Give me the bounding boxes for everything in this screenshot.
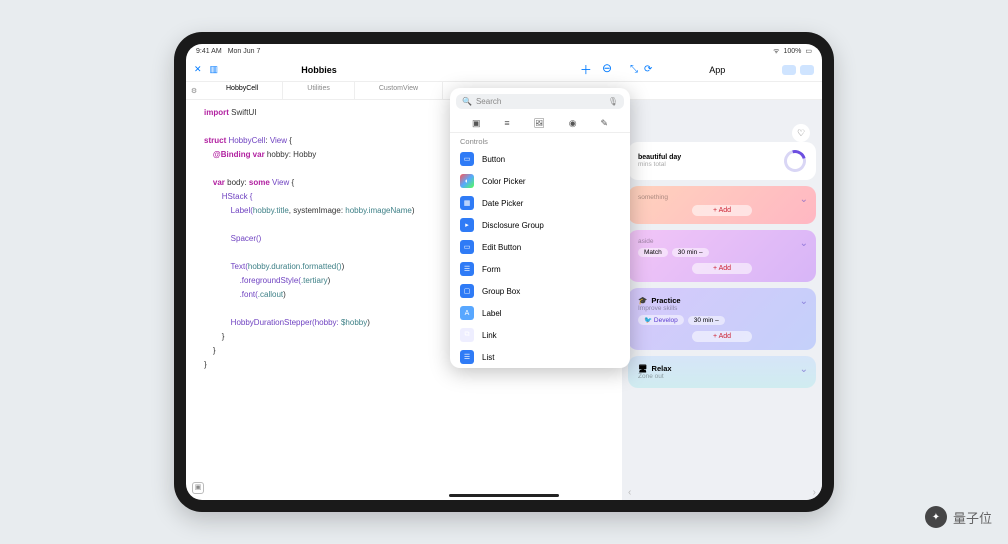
ipad-frame: 9:41 AM Mon Jun 7 ᯤ 100% ▭ ✕ ▥ Hobbies ＋… (174, 32, 834, 512)
summary-title: beautiful day (638, 154, 681, 161)
add-button[interactable]: + Add (692, 331, 752, 342)
statusbar: 9:41 AM Mon Jun 7 ᯤ 100% ▭ (186, 44, 822, 58)
forward-icon[interactable]: › (813, 487, 816, 498)
remove-icon[interactable]: ⊖ (602, 61, 612, 78)
gear-icon[interactable]: ⚙ (186, 82, 202, 99)
editor-status-icon[interactable]: ▣ (192, 482, 204, 494)
topbar: ✕ ▥ Hobbies ＋ ⊖ ⤡ ⟳ App (186, 58, 822, 82)
library-item[interactable]: ◐Color Picker (450, 170, 630, 192)
chevron-down-icon[interactable]: ⌄ (800, 296, 808, 307)
chevron-down-icon[interactable]: ⌄ (800, 238, 808, 249)
library-item[interactable]: ⧉Link (450, 324, 630, 346)
library-item[interactable]: ▢Group Box (450, 280, 630, 302)
library-item[interactable]: ▭Button (450, 148, 630, 170)
search-input[interactable]: 🔍 Search 🎙 (456, 94, 624, 109)
library-section-header: Controls (450, 133, 630, 148)
add-button[interactable]: + Add (692, 263, 752, 274)
library-tab-media[interactable]: 🖼 (533, 118, 544, 129)
library-item[interactable]: ▭Edit Button (450, 236, 630, 258)
add-button[interactable]: + Add (692, 205, 752, 216)
tab-hobbycell[interactable]: HobbyCell (202, 82, 283, 99)
status-time: 9:41 AM (196, 48, 222, 55)
heart-icon[interactable]: ♡ (792, 124, 810, 142)
library-tab-snippets[interactable]: ✎ (601, 118, 609, 129)
hobby-card[interactable]: ⌄ aside Match30 min – + Add (628, 230, 816, 282)
wifi-icon: ᯤ (773, 47, 779, 56)
status-date: Mon Jun 7 (228, 48, 261, 55)
library-item[interactable]: ALabel (450, 302, 630, 324)
library-item[interactable]: ☰List (450, 346, 630, 368)
chevron-down-icon[interactable]: ⌄ (800, 194, 808, 205)
back-icon[interactable]: ‹ (628, 487, 631, 498)
hobby-card[interactable]: ⌄ 🖥 Relax Zone out (628, 356, 816, 388)
refresh-icon[interactable]: ⟳ (644, 64, 652, 75)
hobby-card[interactable]: ⌄ something + Add (628, 186, 816, 224)
app-title: App (709, 65, 725, 75)
library-item[interactable]: ▦Date Picker (450, 192, 630, 214)
hobby-card[interactable]: ⌄ 🎓 Practice Improve skills 🐦 Develop30 … (628, 288, 816, 350)
library-tab-modifiers[interactable]: ≡ (504, 118, 509, 129)
search-icon: 🔍 (462, 97, 472, 106)
watermark: ✦ 量子位 (925, 506, 992, 528)
battery-icon: ▭ (805, 47, 812, 55)
ipad-screen: 9:41 AM Mon Jun 7 ᯤ 100% ▭ ✕ ▥ Hobbies ＋… (186, 44, 822, 500)
status-battery: 100% (783, 48, 801, 55)
chevron-down-icon[interactable]: ⌄ (800, 364, 808, 375)
add-icon[interactable]: ＋ (580, 61, 592, 78)
wechat-icon: ✦ (925, 506, 947, 528)
project-title: Hobbies (186, 65, 452, 75)
app-preview: ♡ beautiful day mins total ⌄ something +… (622, 100, 822, 500)
preview-layout-icon[interactable] (782, 65, 796, 75)
mic-icon[interactable]: 🎙 (608, 97, 618, 106)
progress-ring (780, 146, 810, 176)
library-item[interactable]: ▸Disclosure Group (450, 214, 630, 236)
tab-customview[interactable]: CustomView (355, 82, 443, 99)
library-item[interactable]: ☰Form (450, 258, 630, 280)
tab-utilities[interactable]: Utilities (283, 82, 355, 99)
run-icon[interactable]: ⤡ (630, 64, 638, 75)
summary-sub: mins total (638, 161, 681, 168)
library-tab-colors[interactable]: ◉ (569, 118, 577, 129)
library-tab-views[interactable]: ▣ (472, 118, 481, 129)
home-indicator[interactable] (449, 494, 559, 497)
summary-card: beautiful day mins total (628, 142, 816, 180)
preview-settings-icon[interactable] (800, 65, 814, 75)
library-popover: 🔍 Search 🎙 ▣ ≡ 🖼 ◉ ✎ Controls ▭Button ◐C… (450, 88, 630, 368)
